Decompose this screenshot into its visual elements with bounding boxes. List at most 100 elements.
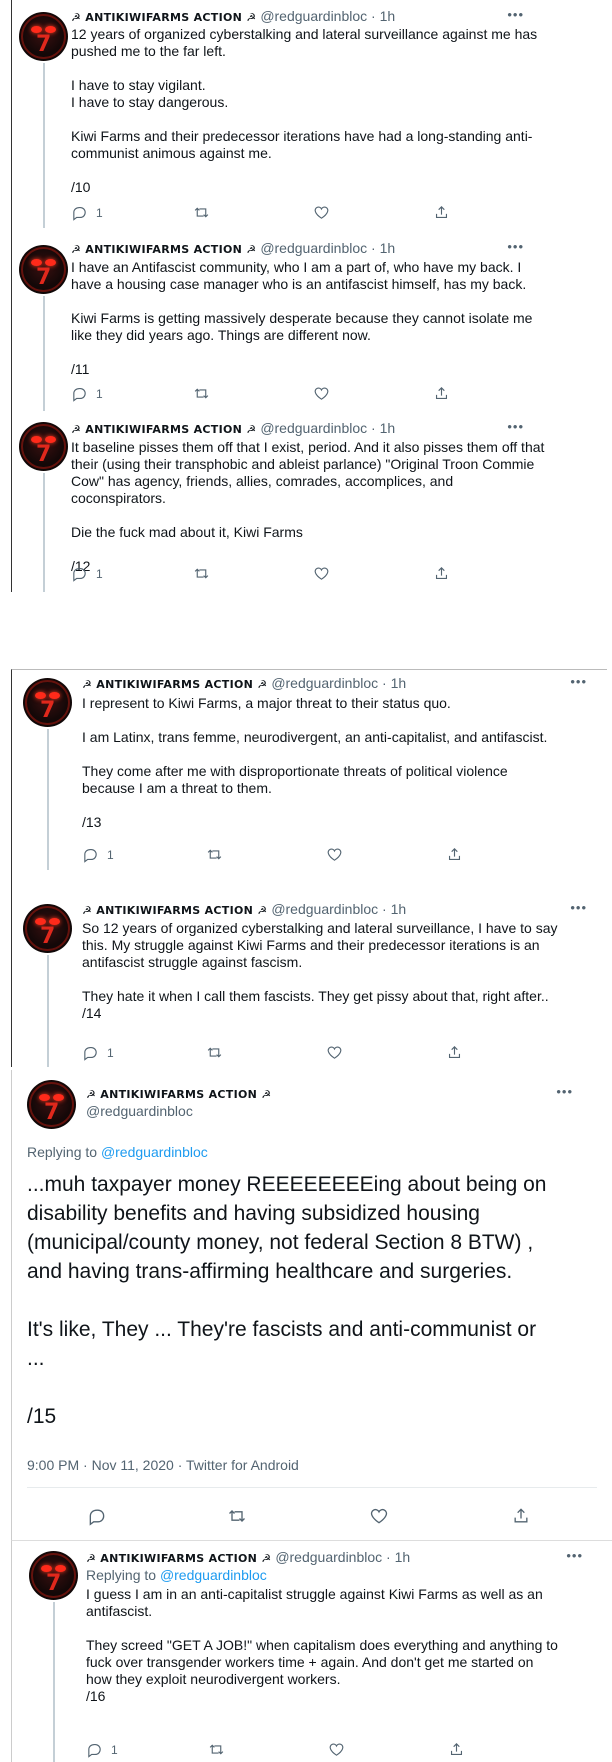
- heart-icon: [327, 848, 342, 861]
- screenshot-2: 7 ☭ ANTIKIWIFARMS ACTION ☭ @redguardinbl…: [11, 669, 607, 1067]
- like-button[interactable]: [326, 1044, 343, 1061]
- like-button[interactable]: [313, 565, 330, 582]
- heart-icon: [314, 567, 329, 580]
- share-button[interactable]: [446, 1044, 463, 1061]
- tweet-actions: 1: [71, 565, 511, 583]
- share-button[interactable]: [511, 1506, 531, 1526]
- reply-count: 1: [96, 386, 103, 401]
- retweet-icon: [207, 1047, 222, 1058]
- more-icon[interactable]: •••: [570, 674, 587, 689]
- avatar[interactable]: 7: [19, 12, 68, 61]
- replying-handle-link[interactable]: @redguardinbloc: [101, 1144, 208, 1160]
- share-button[interactable]: [433, 385, 450, 402]
- tweet-13[interactable]: 7 ☭ ANTIKIWIFARMS ACTION ☭ @redguardinbl…: [12, 670, 607, 870]
- more-icon[interactable]: •••: [507, 239, 524, 254]
- replying-to: Replying to @redguardinbloc: [27, 1144, 208, 1160]
- share-button[interactable]: [433, 565, 450, 582]
- heart-icon: [327, 1046, 342, 1059]
- avatar[interactable]: 7: [29, 1551, 78, 1600]
- tweet-actions: 1: [82, 1044, 522, 1062]
- screenshot-3-focused-tweet: 7 ☭ ANTIKIWIFARMS ACTION ☭ @redguardinbl…: [11, 1070, 612, 1540]
- display-name[interactable]: ☭ ANTIKIWIFARMS ACTION ☭: [71, 11, 256, 24]
- tweet-text: I guess I am in an anti-capitalist strug…: [86, 1586, 558, 1704]
- more-icon[interactable]: •••: [566, 1548, 583, 1563]
- more-icon[interactable]: •••: [507, 419, 524, 434]
- display-name[interactable]: ☭ ANTIKIWIFARMS ACTION ☭: [71, 243, 256, 256]
- retweet-button[interactable]: [208, 1741, 225, 1758]
- tweet-meta[interactable]: 9:00 PM · Nov 11, 2020 · Twitter for And…: [27, 1457, 299, 1473]
- reply-count: 1: [111, 1742, 118, 1757]
- share-button[interactable]: [448, 1741, 465, 1758]
- retweet-button[interactable]: [193, 385, 210, 402]
- timestamp[interactable]: · 1h: [371, 420, 395, 436]
- retweet-button[interactable]: [206, 1044, 223, 1061]
- tweet-header: ☭ ANTIKIWIFARMS ACTION ☭ @redguardinbloc…: [86, 1548, 410, 1568]
- display-name[interactable]: ☭ ANTIKIWIFARMS ACTION ☭: [82, 678, 267, 691]
- retweet-button[interactable]: [227, 1506, 247, 1526]
- share-icon: [448, 1046, 461, 1059]
- user-handle[interactable]: @redguardinbloc: [271, 675, 378, 691]
- avatar[interactable]: 7: [19, 422, 68, 471]
- reply-button[interactable]: 1: [86, 1741, 118, 1758]
- reply-button[interactable]: 1: [71, 565, 103, 582]
- avatar[interactable]: 7: [27, 1080, 76, 1129]
- tweet-header: ☭ ANTIKIWIFARMS ACTION ☭ @redguardinbloc…: [71, 419, 395, 439]
- screenshot-4: 7 ☭ ANTIKIWIFARMS ACTION ☭ @redguardinbl…: [11, 1540, 612, 1762]
- timestamp[interactable]: · 1h: [382, 901, 406, 917]
- thread-line: [43, 473, 45, 592]
- reply-button[interactable]: [87, 1506, 107, 1526]
- tweet-actions: 1: [86, 1741, 526, 1759]
- avatar[interactable]: 7: [23, 678, 72, 727]
- thread-line: [47, 955, 49, 1067]
- tweet-text: 12 years of organized cyberstalking and …: [71, 26, 538, 195]
- share-button[interactable]: [433, 204, 450, 221]
- like-button[interactable]: [313, 385, 330, 402]
- display-name[interactable]: ☭ ANTIKIWIFARMS ACTION ☭: [71, 423, 256, 436]
- share-icon: [450, 1743, 463, 1756]
- reply-button[interactable]: 1: [71, 385, 103, 402]
- share-button[interactable]: [446, 846, 463, 863]
- tweet-14[interactable]: 7 ☭ ANTIKIWIFARMS ACTION ☭ @redguardinbl…: [12, 896, 607, 1067]
- reply-button[interactable]: 1: [71, 204, 103, 221]
- reply-icon: [84, 848, 97, 863]
- reply-count: 1: [107, 1045, 114, 1060]
- tweet-10[interactable]: 7 ☭ ANTIKIWIFARMS ACTION ☭ @redguardinbl…: [12, 0, 546, 228]
- more-icon[interactable]: •••: [570, 900, 587, 915]
- tweet-actions: 1: [71, 385, 511, 403]
- retweet-button[interactable]: [193, 204, 210, 221]
- retweet-button[interactable]: [193, 565, 210, 582]
- user-handle[interactable]: @redguardinbloc: [86, 1103, 193, 1119]
- user-handle[interactable]: @redguardinbloc: [260, 240, 367, 256]
- user-handle[interactable]: @redguardinbloc: [271, 901, 378, 917]
- like-button[interactable]: [328, 1741, 345, 1758]
- user-handle[interactable]: @redguardinbloc: [260, 8, 367, 24]
- share-icon: [435, 387, 448, 400]
- retweet-icon: [207, 849, 222, 860]
- more-icon[interactable]: •••: [507, 7, 524, 22]
- display-name[interactable]: ☭ ANTIKIWIFARMS ACTION ☭: [82, 904, 267, 917]
- display-name[interactable]: ☭ ANTIKIWIFARMS ACTION ☭: [86, 1088, 271, 1101]
- reply-button[interactable]: 1: [82, 846, 114, 863]
- user-handle[interactable]: @redguardinbloc: [275, 1549, 382, 1565]
- retweet-button[interactable]: [206, 846, 223, 863]
- reply-button[interactable]: 1: [82, 1044, 114, 1061]
- like-button[interactable]: [369, 1506, 389, 1526]
- display-name[interactable]: ☭ ANTIKIWIFARMS ACTION ☭: [86, 1552, 271, 1565]
- timestamp[interactable]: · 1h: [382, 675, 406, 691]
- display-name-row: ☭ ANTIKIWIFARMS ACTION ☭: [86, 1084, 271, 1104]
- tweet-12[interactable]: 7 ☭ ANTIKIWIFARMS ACTION ☭ @redguardinbl…: [12, 414, 546, 592]
- heart-icon: [329, 1743, 344, 1756]
- like-button[interactable]: [326, 846, 343, 863]
- timestamp[interactable]: · 1h: [371, 8, 395, 24]
- like-button[interactable]: [313, 204, 330, 221]
- avatar[interactable]: 7: [23, 904, 72, 953]
- retweet-icon: [194, 207, 209, 218]
- user-handle[interactable]: @redguardinbloc: [260, 420, 367, 436]
- timestamp[interactable]: · 1h: [386, 1549, 410, 1565]
- timestamp[interactable]: · 1h: [371, 240, 395, 256]
- avatar[interactable]: 7: [19, 245, 68, 294]
- tweet-text: So 12 years of organized cyberstalking a…: [82, 920, 558, 1021]
- replying-handle-link[interactable]: @redguardinbloc: [160, 1567, 267, 1583]
- more-icon[interactable]: •••: [556, 1084, 573, 1099]
- tweet-11[interactable]: 7 ☭ ANTIKIWIFARMS ACTION ☭ @redguardinbl…: [12, 233, 546, 411]
